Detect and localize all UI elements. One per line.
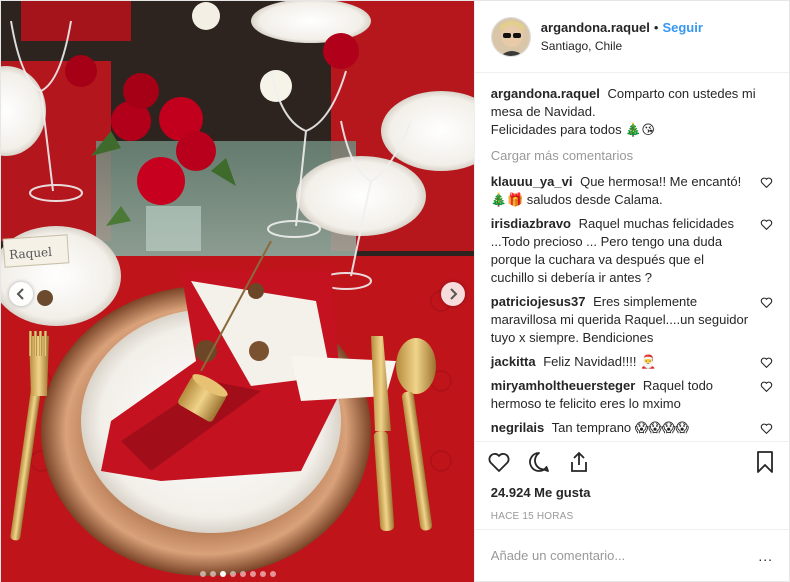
comment-username[interactable]: patriciojesus37 [491,294,586,309]
comment-text: Tan temprano 😱😱😱😱 [551,420,689,435]
carousel-dot [270,571,276,577]
comment: klauuu_ya_vi Que hermosa!! Me encantó! 🎄… [491,173,773,209]
add-comment-bar: ... [474,529,789,581]
instagram-post: Raquel argandona.raquel • Seguir Santiag… [0,0,790,582]
comment-username[interactable]: negrilais [491,420,544,435]
save-button[interactable] [753,450,777,474]
comment-username[interactable]: miryamholtheuersteger [491,378,636,393]
like-comment-heart-icon[interactable] [760,380,773,393]
comment: miryamholtheuersteger Raquel todo hermos… [491,377,773,413]
more-options-button[interactable]: ... [758,548,773,564]
carousel-dot [230,571,236,577]
load-more-comments-button[interactable]: Cargar más comentarios [491,148,773,163]
carousel-indicator [1,571,474,577]
bookmark-icon [757,450,773,473]
comment: jackitta Feliz Navidad!!!! 🎅 [491,353,773,371]
avatar-photo [491,17,530,56]
location-link[interactable]: Santiago, Chile [541,39,703,53]
carousel-dot [240,571,246,577]
caption-username[interactable]: argandona.raquel [491,86,600,101]
carousel-dot [210,571,216,577]
header-username[interactable]: argandona.raquel [541,20,650,35]
caption-text-2: Felicidades para todos [490,122,622,137]
carousel-next-button[interactable] [441,282,465,306]
caption-emojis: 🎄😘 [625,123,655,138]
post-photo[interactable]: Raquel [1,1,474,582]
post-header: argandona.raquel • Seguir Santiago, Chil… [474,1,789,73]
post-side-panel: argandona.raquel • Seguir Santiago, Chil… [473,1,789,581]
add-comment-input[interactable] [490,548,751,563]
comment-username[interactable]: jackitta [491,354,536,369]
place-card-text: Raquel [9,245,53,262]
share-button[interactable] [567,450,591,474]
post-timestamp[interactable]: HACE 15 HORAS [475,503,789,529]
carousel-dot [250,571,256,577]
likes-count[interactable]: 24.924 Me gusta [475,481,789,503]
like-comment-heart-icon[interactable] [760,176,773,189]
carousel-dot [260,571,266,577]
comment-username[interactable]: irisdiazbravo [491,216,571,231]
comment: negrilais Tan temprano 😱😱😱😱 [491,419,773,437]
like-comment-heart-icon[interactable] [760,422,773,435]
action-bar [474,441,789,481]
avatar[interactable] [490,16,531,57]
like-comment-heart-icon[interactable] [760,356,773,369]
christmas-table-photo: Raquel [1,1,474,582]
carousel-prev-button[interactable] [9,282,33,306]
like-button[interactable] [487,450,511,474]
comments-section: argandona.raquel Comparto con ustedes mi… [475,73,789,441]
comment-text: Feliz Navidad!!!! 🎅 [543,354,657,369]
carousel-dot-active [220,571,226,577]
caption: argandona.raquel Comparto con ustedes mi… [491,85,773,140]
follow-button[interactable]: Seguir [662,20,702,35]
separator-dot: • [653,20,659,35]
comment-username[interactable]: klauuu_ya_vi [491,174,573,189]
chevron-left-icon [16,288,24,300]
chevron-right-icon [450,288,458,300]
like-comment-heart-icon[interactable] [760,218,773,231]
share-icon [570,451,587,472]
carousel-dot [200,571,206,577]
heart-icon [488,452,510,472]
comment-icon [528,451,549,472]
comment: patriciojesus37 Eres simplemente maravil… [491,293,773,347]
like-comment-heart-icon[interactable] [760,296,773,309]
comment: irisdiazbravo Raquel muchas felicidades … [491,215,773,287]
comment-button[interactable] [527,450,551,474]
